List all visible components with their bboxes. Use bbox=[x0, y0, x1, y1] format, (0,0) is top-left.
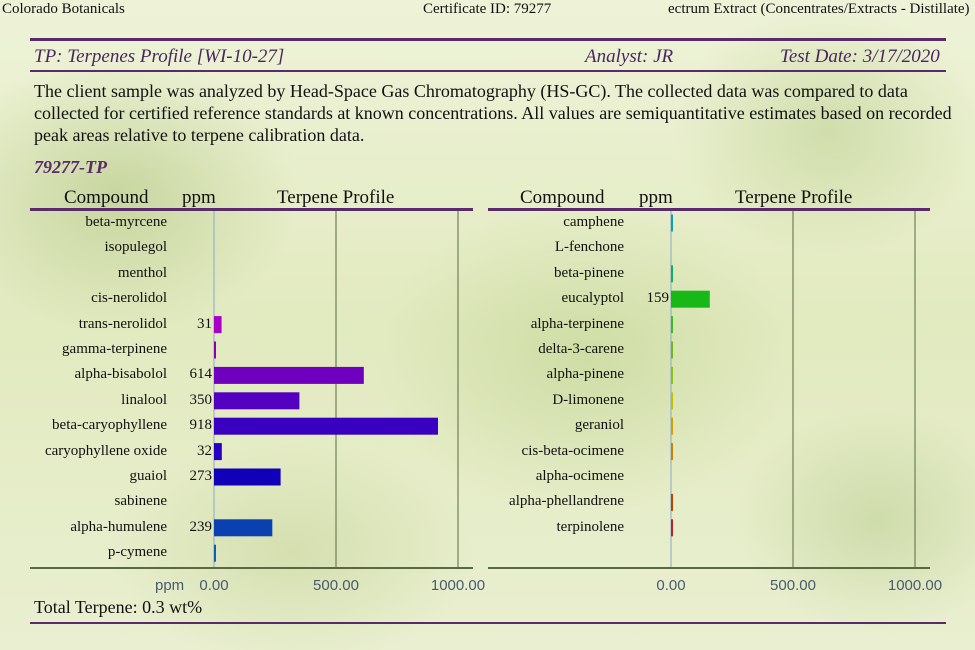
ppm-value: 32 bbox=[197, 442, 212, 459]
compound-label: cis-nerolidol bbox=[91, 290, 167, 307]
bar-eucalyptol bbox=[671, 290, 710, 308]
compound-label: guaiol bbox=[129, 468, 168, 484]
x-tick-label: 500.00 bbox=[770, 577, 816, 594]
ppm-value: 614 bbox=[189, 366, 213, 383]
chart-header-rule-0 bbox=[30, 208, 473, 211]
ppm-value: 159 bbox=[646, 290, 670, 307]
compound-label: linalool bbox=[121, 391, 167, 408]
compound-label: beta-pinene bbox=[554, 264, 624, 281]
compound-label: geraniol bbox=[574, 417, 624, 434]
bar-linalool bbox=[214, 392, 300, 410]
ppm-value: 31 bbox=[197, 315, 212, 332]
bar-beta-caryophyllene bbox=[214, 417, 438, 435]
bar-cis-beta-ocimene bbox=[671, 443, 673, 461]
bar-trans-nerolidol bbox=[214, 316, 222, 334]
compound-label: p-cymene bbox=[107, 544, 167, 561]
bar-alpha-humulene bbox=[214, 519, 273, 537]
chart-header-rule-1 bbox=[488, 208, 930, 211]
compound-label: terpinolene bbox=[556, 518, 624, 535]
bar-geraniol bbox=[671, 417, 673, 435]
x-tick-label: 0.00 bbox=[656, 577, 686, 594]
compound-label: camphene bbox=[563, 214, 624, 230]
bar-caryophyllene oxide bbox=[214, 443, 222, 461]
bar-alpha-pinene bbox=[671, 366, 673, 384]
compound-label: beta-caryophyllene bbox=[52, 417, 167, 434]
x-axis-0 bbox=[30, 567, 473, 569]
bar-camphene bbox=[671, 214, 673, 232]
compound-label: alpha-terpinene bbox=[530, 315, 624, 332]
footer-rule bbox=[30, 622, 946, 624]
compound-label: alpha-humulene bbox=[70, 518, 167, 535]
bar-alpha-terpinene bbox=[671, 316, 673, 334]
compound-label: gamma-terpinene bbox=[62, 341, 167, 357]
bar-D-limonene bbox=[671, 392, 673, 410]
compound-label: menthol bbox=[117, 264, 167, 281]
total-terpene: Total Terpene: 0.3 wt% bbox=[34, 597, 203, 617]
compound-label: isopulegol bbox=[104, 239, 168, 256]
bar-gamma-terpinene bbox=[214, 341, 216, 359]
compound-label: alpha-phellandrene bbox=[509, 493, 624, 510]
bar-p-cymene bbox=[214, 544, 216, 562]
bar-guaiol bbox=[214, 468, 281, 486]
x-axis-1 bbox=[488, 567, 930, 569]
compound-label: alpha-bisabolol bbox=[74, 366, 167, 383]
compound-label: caryophyllene oxide bbox=[44, 442, 167, 459]
x-tick-label: 1000.00 bbox=[430, 577, 486, 594]
bar-beta-pinene bbox=[671, 265, 673, 283]
compound-label: sabinene bbox=[114, 493, 167, 510]
compound-label: eucalyptol bbox=[561, 290, 624, 307]
compound-label: L-fenchone bbox=[554, 239, 624, 256]
compound-label: alpha-pinene bbox=[546, 366, 624, 383]
x-tick-label: 500.00 bbox=[313, 577, 359, 594]
compound-label: trans-nerolidol bbox=[78, 315, 167, 332]
ppm-value: 350 bbox=[189, 391, 213, 408]
compound-label: beta-myrcene bbox=[85, 214, 167, 230]
bar-delta-3-carene bbox=[671, 341, 673, 359]
compound-label: alpha-ocimene bbox=[535, 468, 624, 484]
x-tick-label: 1000.00 bbox=[887, 577, 943, 594]
ppm-value: 918 bbox=[189, 417, 213, 434]
bar-alpha-bisabolol bbox=[214, 366, 364, 384]
ppm-value: 239 bbox=[189, 518, 213, 535]
bar-terpinolene bbox=[671, 519, 673, 537]
bar-alpha-phellandrene bbox=[671, 493, 673, 511]
x-tick-label: 0.00 bbox=[199, 577, 229, 594]
compound-label: cis-beta-ocimene bbox=[521, 442, 624, 459]
compound-label: D-limonene bbox=[552, 391, 624, 408]
ppm-value: 273 bbox=[189, 468, 213, 484]
compound-label: delta-3-carene bbox=[538, 341, 624, 357]
